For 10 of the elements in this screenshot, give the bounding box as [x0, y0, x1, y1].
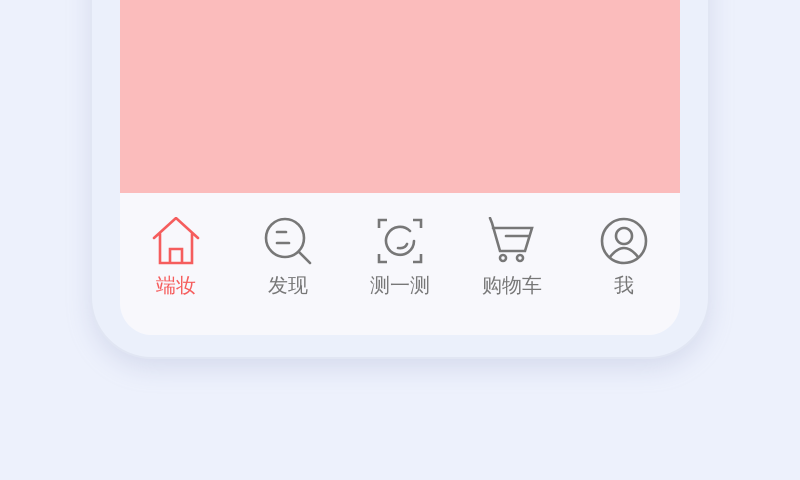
tab[interactable]: 发现 [232, 193, 344, 335]
tab[interactable]: 购物车 [456, 193, 568, 335]
tab[interactable]: 端妆 [120, 193, 232, 335]
cart-icon [488, 217, 536, 265]
tab[interactable]: 我 [568, 193, 680, 335]
home-icon [152, 217, 200, 265]
tab[interactable]: 测一测 [344, 193, 456, 335]
user-icon [600, 217, 648, 265]
face-scan-icon [376, 217, 424, 265]
search-icon [264, 217, 312, 265]
